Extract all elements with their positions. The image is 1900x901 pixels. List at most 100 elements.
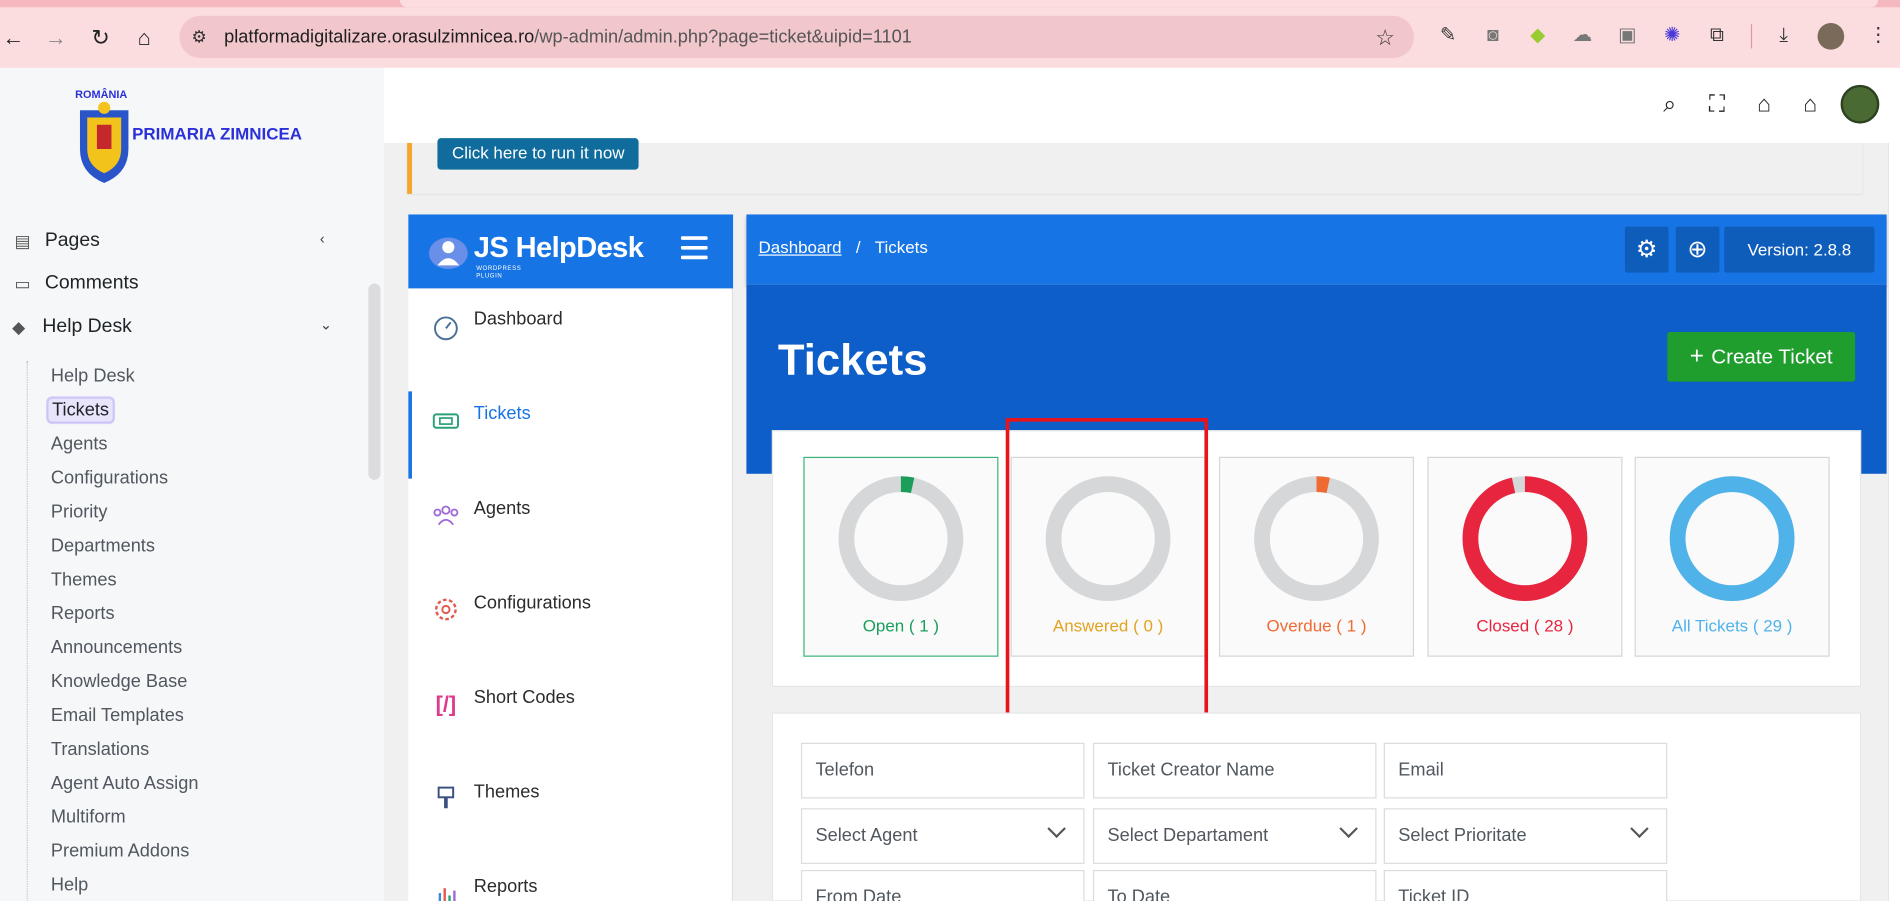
agent-select[interactable]: Select Agent [800,808,1085,864]
plugin-nav-agents[interactable]: Agents [408,486,733,559]
cloud-icon[interactable]: ☁ [1570,24,1594,48]
submenu-configurations[interactable]: Configurations [51,468,168,489]
home-icon[interactable]: ⌂ [131,24,158,51]
top-bar: ⌕ ⛶ ⌂ ⌂ [384,67,1900,143]
submenu-agents[interactable]: Agents [51,434,108,455]
submenu-departments[interactable]: Departments [51,536,155,557]
bar-chart-icon [438,888,456,901]
plugin-nav-shortcodes[interactable]: [/] Short Codes [408,675,733,748]
to-date-input[interactable]: To Date [1092,870,1377,901]
wp-menu-helpdesk-label: Help Desk [42,316,132,337]
create-ticket-label: Create Ticket [1711,345,1833,369]
gear-extension-icon[interactable]: ✺ [1660,24,1684,48]
hamburger-menu-icon[interactable] [680,236,708,263]
create-ticket-button[interactable]: + Create Ticket [1667,332,1856,382]
donut-overdue [1254,476,1379,602]
download-icon[interactable]: ⤓ [1772,24,1796,48]
gear-icon: ⚙ [1635,236,1658,263]
shortcode-icon: [/] [435,691,457,717]
donut-all [1669,476,1795,602]
menu-icon[interactable]: ⋮ [1866,24,1890,48]
breadcrumb-dashboard-link[interactable]: Dashboard [759,237,842,256]
sidebar-scrollbar[interactable] [368,283,381,480]
creator-name-input[interactable]: Ticket Creator Name [1092,742,1377,799]
plugin-nav-reports[interactable]: Reports [408,864,733,901]
ticket-stats-panel: Open ( 1 ) Answered ( 0 ) Overdue ( 1 ) … [771,430,1862,688]
stat-card-overdue[interactable]: Overdue ( 1 ) [1218,456,1415,657]
stat-card-closed[interactable]: Closed ( 28 ) [1427,456,1623,657]
forward-icon[interactable]: → [42,24,69,51]
eyedropper-icon[interactable]: ✎ [1436,24,1460,48]
submenu-multiform[interactable]: Multiform [51,807,126,828]
ticket-filter-panel: Telefon Ticket Creator Name Email Select… [771,712,1862,901]
plugin-nav-dashboard[interactable]: Dashboard [408,297,733,370]
plugin-nav-configurations[interactable]: Configurations [408,580,733,653]
page-scrollbar[interactable] [1887,142,1900,901]
address-bar[interactable]: ⚙ platformadigitalizare.orasulzimnicea.r… [179,15,1415,59]
browser-toolbar: ← → ↻ ⌂ ⚙ platformadigitalizare.orasulzi… [0,0,1900,68]
wp-menu-pages[interactable]: ▤ Pages ‹ [0,222,384,263]
plugin-nav-dashboard-label: Dashboard [473,308,563,330]
submenu-help-desk[interactable]: Help Desk [51,366,135,387]
bookmark-star-icon[interactable]: ☆ [1375,25,1395,50]
plugin-nav-tickets-label: Tickets [473,403,531,425]
wp-menu-helpdesk[interactable]: ◆ Help Desk ⌄ [0,308,384,349]
wp-admin-sidebar: ROMÂNIA PRIMARIA ZIMNICEA ▤ Pages ‹ ▭ Co… [0,67,385,901]
fc-extension-icon[interactable]: ▣ [1615,24,1639,48]
submenu-email-templates[interactable]: Email Templates [51,705,184,726]
home-alt-icon[interactable]: ⌂ [1797,92,1824,119]
plugin-header: JS HelpDesk WORDPRESS PLUGIN [408,214,734,289]
coat-of-arms-icon [79,101,129,183]
stat-card-open[interactable]: Open ( 1 ) [803,456,999,657]
email-input[interactable]: Email [1383,742,1668,799]
submenu-tickets[interactable]: Tickets [47,397,114,423]
from-date-input[interactable]: From Date [800,870,1085,901]
reload-icon[interactable]: ↻ [87,24,114,51]
tab-strip [0,0,1900,8]
site-logo[interactable]: ROMÂNIA PRIMARIA ZIMNICEA [73,88,303,185]
breadcrumb: Dashboard / Tickets [759,237,928,256]
chevron-down-icon [1047,819,1066,839]
lifebuoy-icon: ⊕ [1687,236,1708,263]
telefon-input[interactable]: Telefon [800,742,1085,799]
ticket-id-input[interactable]: Ticket ID [1383,870,1668,901]
priority-select[interactable]: Select Prioritate [1383,808,1668,864]
submenu-knowledge-base[interactable]: Knowledge Base [51,671,187,692]
plugin-nav-tickets[interactable]: Tickets [408,391,733,479]
chevron-left-icon: ‹ [319,230,325,248]
profile-avatar[interactable] [1817,23,1845,50]
site-info-icon[interactable]: ⚙ [191,27,206,48]
run-now-button[interactable]: Click here to run it now [437,138,640,170]
stat-card-all[interactable]: All Tickets ( 29 ) [1634,456,1830,657]
submenu-help[interactable]: Help [51,875,88,896]
support-button[interactable]: ⊕ [1675,226,1720,273]
user-avatar[interactable] [1840,84,1880,124]
submenu-announcements[interactable]: Announcements [51,637,182,658]
home-icon[interactable]: ⌂ [1751,92,1778,119]
donut-track [838,476,964,602]
chevron-down-icon: ⌄ [319,316,333,334]
version-badge: Version: 2.8.8 [1724,226,1875,273]
settings-button[interactable]: ⚙ [1624,226,1669,273]
plugin-nav-themes-label: Themes [473,781,540,803]
donut-segment-closed [1462,476,1588,602]
back-icon[interactable]: ← [0,24,27,51]
wp-menu-pages-label: Pages [44,230,100,251]
puzzle-icon[interactable]: ⧉ [1705,24,1729,48]
extension-icon[interactable]: ◆ [1526,24,1550,48]
department-select-value: Select Departament [1107,825,1269,846]
department-select[interactable]: Select Departament [1092,808,1377,864]
submenu-translations[interactable]: Translations [51,739,149,760]
plugin-nav-themes[interactable]: Themes [408,769,733,842]
search-icon[interactable]: ⌕ [1656,92,1683,119]
plus-icon: + [1689,342,1704,370]
wp-menu-comments[interactable]: ▭ Comments [0,264,384,305]
fullscreen-icon[interactable]: ⛶ [1704,92,1731,119]
submenu-agent-auto-assign[interactable]: Agent Auto Assign [51,773,199,794]
submenu-premium-addons[interactable]: Premium Addons [51,841,189,862]
tag-icon: ◆ [12,317,26,337]
submenu-themes[interactable]: Themes [51,569,117,590]
submenu-reports[interactable]: Reports [51,603,115,624]
camera-icon[interactable]: ◙ [1481,24,1505,48]
submenu-priority[interactable]: Priority [51,502,108,523]
